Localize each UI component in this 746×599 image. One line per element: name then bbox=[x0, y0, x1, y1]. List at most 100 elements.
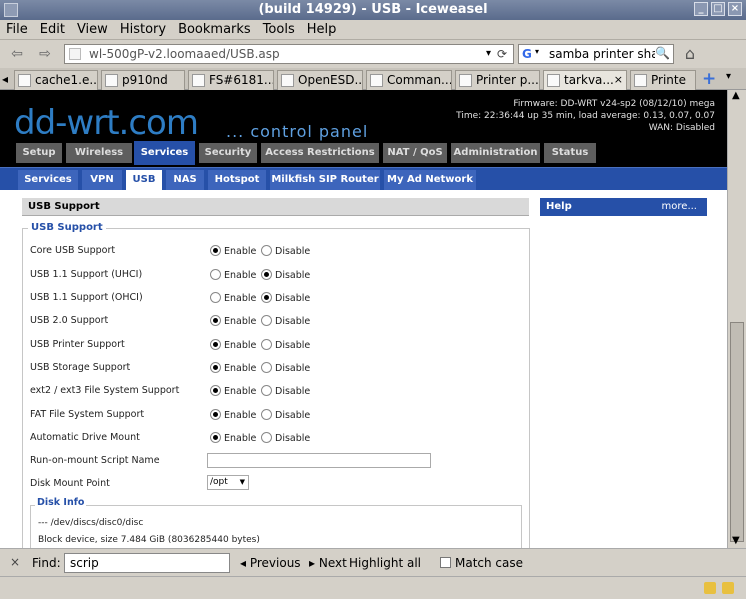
highlight-all-button[interactable]: Highlight all bbox=[349, 556, 421, 570]
menu-file[interactable]: File bbox=[0, 20, 34, 40]
search-bar[interactable]: G ▾ samba printer shar 🔍 bbox=[518, 44, 674, 64]
subtab-usb[interactable]: USB bbox=[126, 170, 162, 190]
tab-access-restrictions[interactable]: Access Restrictions bbox=[261, 143, 379, 163]
tab-scroll-left-icon[interactable]: ◂ bbox=[2, 70, 8, 88]
enable-label: Enable bbox=[224, 340, 257, 351]
browser-tab[interactable]: Printe bbox=[630, 70, 696, 90]
enable-radio[interactable] bbox=[210, 362, 221, 373]
browser-tab-active[interactable]: tarkva... × bbox=[543, 70, 627, 90]
maximize-button[interactable]: □ bbox=[711, 2, 725, 16]
enable-radio[interactable] bbox=[210, 269, 221, 280]
tab-setup[interactable]: Setup bbox=[16, 143, 62, 163]
ddwrt-logo: dd-wrt.com bbox=[14, 103, 199, 143]
google-engine-icon[interactable]: G bbox=[522, 47, 536, 61]
vertical-scrollbar[interactable]: ▲ ▼ bbox=[727, 90, 746, 548]
search-icon[interactable]: 🔍 bbox=[655, 46, 670, 60]
subtab-nas[interactable]: NAS bbox=[166, 170, 204, 190]
disable-radio[interactable] bbox=[261, 315, 272, 326]
setting-label: USB 2.0 Support bbox=[30, 315, 109, 326]
menu-history[interactable]: History bbox=[114, 20, 172, 40]
subtab-services[interactable]: Services bbox=[18, 170, 78, 190]
disable-radio[interactable] bbox=[261, 292, 272, 303]
disable-radio[interactable] bbox=[261, 385, 272, 396]
subtab-vpn[interactable]: VPN bbox=[82, 170, 122, 190]
enable-radio[interactable] bbox=[210, 339, 221, 350]
enable-radio[interactable] bbox=[210, 292, 221, 303]
browser-tab[interactable]: FS#6181... bbox=[188, 70, 274, 90]
setting-row: FAT File System Support Enable Disable bbox=[30, 406, 520, 426]
subtab-my-ad-network[interactable]: My Ad Network bbox=[384, 170, 476, 190]
disable-radio[interactable] bbox=[261, 362, 272, 373]
disable-radio[interactable] bbox=[261, 245, 272, 256]
find-next-button[interactable]: ▸ Next bbox=[309, 556, 347, 570]
disk-mount-select[interactable]: /opt ▼ bbox=[207, 475, 249, 490]
reload-icon[interactable]: ⟳ bbox=[497, 45, 507, 63]
menu-view[interactable]: View bbox=[71, 20, 114, 40]
url-bar[interactable]: wl-500gP-v2.loomaaed/USB.asp ▾ ⟳ bbox=[64, 44, 514, 64]
browser-tab[interactable]: Printer p... bbox=[455, 70, 540, 90]
tab-favicon-icon bbox=[370, 74, 383, 87]
tab-favicon-icon bbox=[281, 74, 294, 87]
disable-label: Disable bbox=[275, 386, 311, 397]
scroll-down-icon[interactable]: ▼ bbox=[732, 535, 740, 546]
forward-arrow-icon[interactable]: ⇨ bbox=[36, 45, 54, 63]
disable-radio[interactable] bbox=[261, 339, 272, 350]
find-previous-button[interactable]: ◂ Previous bbox=[240, 556, 301, 570]
menu-edit[interactable]: Edit bbox=[34, 20, 71, 40]
enable-label: Enable bbox=[224, 410, 257, 421]
enable-radio[interactable] bbox=[210, 245, 221, 256]
menu-help[interactable]: Help bbox=[301, 20, 343, 40]
run-script-input[interactable] bbox=[207, 453, 431, 468]
enable-radio[interactable] bbox=[210, 315, 221, 326]
firmware-info: Firmware: DD-WRT v24-sp2 (08/12/10) mega… bbox=[456, 98, 715, 134]
minimize-button[interactable]: _ bbox=[694, 2, 708, 16]
close-tab-icon[interactable]: × bbox=[614, 71, 623, 89]
tab-list-icon[interactable]: ▾ bbox=[726, 71, 731, 82]
search-input[interactable]: samba printer shar bbox=[549, 45, 664, 63]
uptime-info: Time: 22:36:44 up 35 min, load average: … bbox=[456, 111, 715, 121]
url-dropdown-icon[interactable]: ▾ bbox=[486, 45, 491, 63]
find-input[interactable]: scrip bbox=[64, 553, 230, 573]
tab-services[interactable]: Services bbox=[134, 141, 195, 165]
enable-label: Enable bbox=[224, 246, 257, 257]
new-tab-icon[interactable]: + bbox=[702, 69, 716, 89]
home-icon[interactable]: ⌂ bbox=[680, 44, 700, 64]
disable-radio[interactable] bbox=[261, 432, 272, 443]
browser-tab[interactable]: Comman... bbox=[366, 70, 452, 90]
find-label: Find: bbox=[32, 556, 61, 570]
back-arrow-icon[interactable]: ⇦ bbox=[8, 45, 26, 63]
window-menu-icon[interactable] bbox=[4, 3, 18, 17]
url-text[interactable]: wl-500gP-v2.loomaaed/USB.asp bbox=[89, 45, 280, 63]
menu-bar: File Edit View History Bookmarks Tools Help bbox=[0, 20, 746, 40]
addon-status-icon[interactable] bbox=[722, 582, 734, 594]
browser-tab[interactable]: OpenESD... bbox=[277, 70, 363, 90]
match-case-checkbox[interactable]: Match case bbox=[440, 556, 523, 570]
help-more-link[interactable]: more... bbox=[662, 198, 697, 216]
enable-label: Enable bbox=[224, 386, 257, 397]
tab-nat-qos[interactable]: NAT / QoS bbox=[383, 143, 447, 163]
disable-radio[interactable] bbox=[261, 409, 272, 420]
close-find-icon[interactable]: × bbox=[10, 555, 20, 569]
engine-dropdown-icon[interactable]: ▾ bbox=[535, 47, 539, 56]
enable-radio[interactable] bbox=[210, 409, 221, 420]
checkbox-icon[interactable] bbox=[440, 557, 451, 568]
subtab-hotspot[interactable]: Hotspot bbox=[208, 170, 266, 190]
subtab-milkfish[interactable]: Milkfish SIP Router bbox=[270, 170, 380, 190]
help-title: Help bbox=[546, 201, 572, 212]
browser-tab[interactable]: cache1.e... bbox=[14, 70, 98, 90]
scroll-up-icon[interactable]: ▲ bbox=[732, 90, 740, 101]
enable-radio[interactable] bbox=[210, 385, 221, 396]
menu-tools[interactable]: Tools bbox=[257, 20, 301, 40]
close-button[interactable]: × bbox=[728, 2, 742, 16]
tab-administration[interactable]: Administration bbox=[451, 143, 540, 163]
disable-radio[interactable] bbox=[261, 269, 272, 280]
browser-tab[interactable]: p910nd bbox=[101, 70, 185, 90]
scrollbar-thumb[interactable] bbox=[730, 322, 744, 542]
addon-status-icon[interactable] bbox=[704, 582, 716, 594]
menu-bookmarks[interactable]: Bookmarks bbox=[172, 20, 257, 40]
enable-radio[interactable] bbox=[210, 432, 221, 443]
tab-security[interactable]: Security bbox=[199, 143, 257, 163]
window-titlebar[interactable]: (build 14929) - USB - Iceweasel _ □ × bbox=[0, 0, 746, 20]
tab-status[interactable]: Status bbox=[544, 143, 596, 163]
tab-wireless[interactable]: Wireless bbox=[66, 143, 132, 163]
